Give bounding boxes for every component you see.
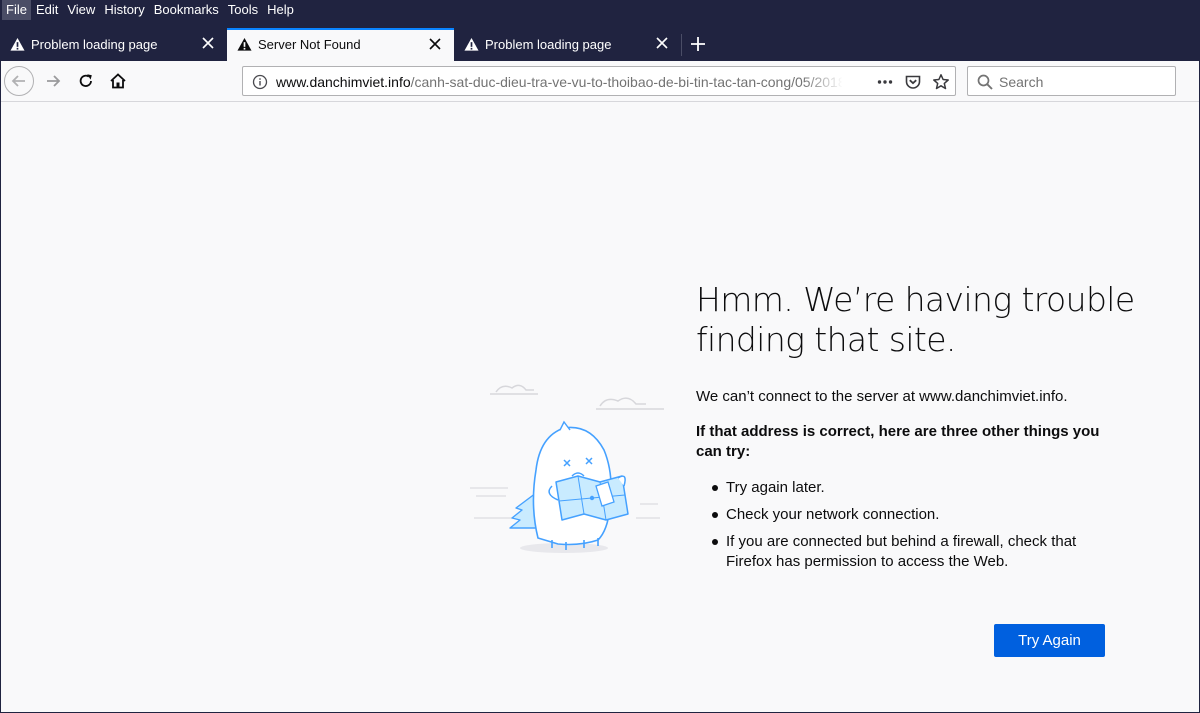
dinosaur-map-illustration-icon bbox=[470, 384, 664, 553]
error-title: Hmm. We’re having trouble finding that s… bbox=[696, 280, 1135, 359]
title-bar: File Edit View History Bookmarks Tools H… bbox=[0, 0, 1200, 61]
error-description: We can’t connect to the server at www.da… bbox=[696, 388, 1068, 405]
bookmark-star-button[interactable] bbox=[932, 73, 950, 91]
close-icon[interactable] bbox=[201, 36, 215, 50]
forward-arrow-icon bbox=[47, 75, 61, 87]
pocket-icon bbox=[905, 75, 921, 89]
warning-icon bbox=[237, 37, 252, 51]
home-icon bbox=[110, 73, 126, 89]
reload-button[interactable] bbox=[71, 66, 101, 96]
tab-title: Problem loading page bbox=[31, 37, 158, 52]
close-icon[interactable] bbox=[428, 37, 442, 51]
page-actions-button[interactable] bbox=[876, 73, 894, 91]
tab-problem-loading-1[interactable]: Problem loading page bbox=[0, 28, 227, 61]
url-bar[interactable]: www.danchimviet.info/canh-sat-duc-dieu-t… bbox=[242, 66, 956, 96]
suggestion-list: Try again later. Check your network conn… bbox=[710, 478, 1110, 579]
warning-icon bbox=[464, 37, 479, 51]
url-text[interactable]: www.danchimviet.info/canh-sat-duc-dieu-t… bbox=[276, 74, 842, 90]
home-button[interactable] bbox=[103, 66, 133, 96]
tab-separator bbox=[681, 34, 682, 56]
search-input[interactable]: Search bbox=[999, 74, 1043, 90]
more-dots-icon bbox=[877, 80, 893, 84]
window-border bbox=[0, 61, 1, 713]
menu-bookmarks[interactable]: Bookmarks bbox=[150, 0, 223, 20]
menu-help[interactable]: Help bbox=[263, 0, 298, 20]
try-again-button[interactable]: Try Again bbox=[994, 624, 1105, 657]
forward-button[interactable] bbox=[38, 66, 68, 96]
back-arrow-icon bbox=[11, 75, 25, 87]
reload-icon bbox=[79, 74, 92, 87]
suggestion-heading: If that address is correct, here are thr… bbox=[696, 423, 1100, 460]
url-fade bbox=[803, 69, 843, 93]
menu-file[interactable]: File bbox=[2, 0, 31, 20]
info-icon[interactable] bbox=[252, 74, 268, 90]
menu-tools[interactable]: Tools bbox=[224, 0, 262, 20]
warning-icon bbox=[10, 37, 25, 51]
search-icon bbox=[977, 74, 993, 90]
menu-history[interactable]: History bbox=[100, 0, 148, 20]
close-icon[interactable] bbox=[655, 36, 669, 50]
url-host: www.danchimviet.info bbox=[276, 74, 411, 90]
suggestion-item: Try again later. bbox=[710, 478, 1110, 498]
url-path: /canh-sat-duc-dieu-tra-ve-vu-to-thoibao-… bbox=[410, 74, 842, 90]
tab-problem-loading-2[interactable]: Problem loading page bbox=[454, 28, 681, 61]
star-icon bbox=[933, 74, 949, 90]
pocket-button[interactable] bbox=[904, 73, 922, 91]
new-tab-plus-icon[interactable] bbox=[688, 34, 708, 54]
tab-strip: Problem loading page Server Not Found Pr… bbox=[0, 28, 1200, 61]
tab-title: Server Not Found bbox=[258, 37, 361, 52]
search-bar[interactable]: Search bbox=[967, 66, 1176, 96]
tab-server-not-found[interactable]: Server Not Found bbox=[227, 28, 454, 61]
menu-bar: File Edit View History Bookmarks Tools H… bbox=[0, 0, 299, 20]
back-button[interactable] bbox=[4, 66, 34, 96]
navigation-toolbar: www.danchimviet.info/canh-sat-duc-dieu-t… bbox=[0, 61, 1200, 102]
tab-title: Problem loading page bbox=[485, 37, 612, 52]
suggestion-item: If you are connected but behind a firewa… bbox=[710, 532, 1110, 572]
menu-edit[interactable]: Edit bbox=[32, 0, 62, 20]
menu-view[interactable]: View bbox=[63, 0, 99, 20]
suggestion-item: Check your network connection. bbox=[710, 505, 1110, 525]
